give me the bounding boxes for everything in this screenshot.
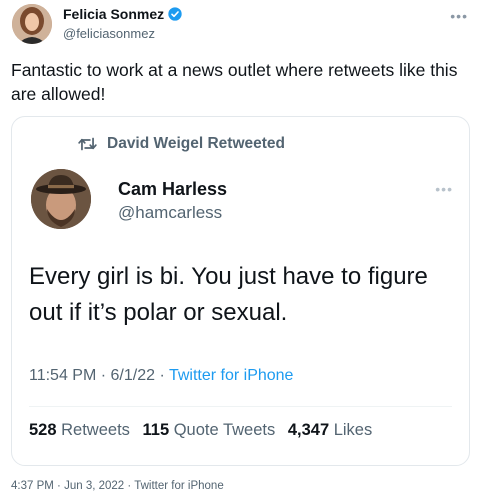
avatar-image	[12, 4, 52, 44]
quoted-meta-row: 11:54 PM · 6/1/22 · Twitter for iPhone	[29, 367, 293, 385]
retweets-count: 528	[29, 421, 57, 439]
tweet-source[interactable]: Twitter for iPhone	[134, 480, 223, 492]
quote-tweets-stat[interactable]: 115 Quote Tweets	[143, 421, 276, 439]
tweet-footer: 4:37 PM · Jun 3, 2022 · Twitter for iPho…	[11, 480, 224, 492]
divider	[29, 406, 452, 407]
tweet-time[interactable]: 4:37 PM	[11, 480, 54, 492]
separator: ·	[57, 480, 61, 492]
quoted-date[interactable]: 6/1/22	[111, 367, 155, 384]
avatar[interactable]	[12, 4, 52, 44]
more-horizontal-icon[interactable]: •••	[450, 8, 468, 24]
separator: ·	[127, 480, 132, 492]
retweets-label: Retweets	[61, 421, 130, 439]
quotes-count: 115	[142, 421, 170, 439]
quoted-display-name[interactable]: Cam Harless	[118, 179, 227, 200]
quoted-stats-row: 528 Retweets 115 Quote Tweets 4,347 Like…	[29, 421, 372, 440]
separator: ·	[100, 367, 107, 384]
retweet-icon	[78, 137, 97, 151]
retweets-stat[interactable]: 528 Retweets	[29, 421, 130, 439]
verified-badge-icon	[168, 7, 182, 21]
retweeted-by-label[interactable]: David Weigel Retweeted	[107, 135, 285, 153]
likes-label: Likes	[333, 421, 373, 439]
outer-tweet-header: Felicia Sonmez @feliciasonmez •••	[8, 2, 472, 48]
quoted-tweet-text: Every girl is bi. You just have to figur…	[29, 263, 428, 326]
display-name[interactable]: Felicia Sonmez	[63, 6, 164, 22]
handle[interactable]: @feliciasonmez	[63, 26, 155, 41]
quoted-handle[interactable]: @hamcarless	[118, 203, 222, 223]
likes-stat[interactable]: 4,347 Likes	[288, 421, 372, 439]
quoted-avatar[interactable]	[31, 169, 91, 229]
likes-count: 4,347	[287, 421, 330, 439]
avatar-image	[31, 169, 91, 229]
display-name-row[interactable]: Felicia Sonmez	[63, 6, 183, 22]
quoted-source-link[interactable]: Twitter for iPhone	[169, 367, 294, 384]
tweet-text: Fantastic to work at a news outlet where…	[11, 60, 458, 104]
more-horizontal-icon[interactable]: •••	[435, 181, 453, 197]
quotes-label: Quote Tweets	[173, 421, 276, 439]
separator: ·	[159, 367, 165, 384]
retweeted-by-row: David Weigel Retweeted	[78, 135, 285, 153]
tweet-date[interactable]: Jun 3, 2022	[64, 480, 124, 492]
quoted-tweet-card[interactable]: David Weigel Retweeted Cam Harless @hamc…	[11, 116, 470, 466]
quoted-time[interactable]: 11:54 PM	[29, 367, 96, 384]
